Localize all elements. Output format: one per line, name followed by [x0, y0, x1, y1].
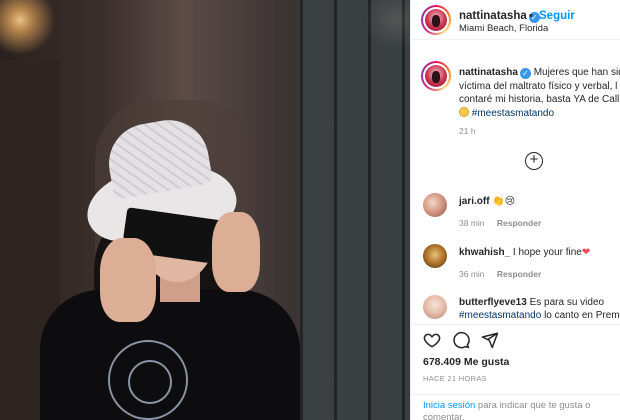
comment-username[interactable]: jari.off — [459, 196, 490, 207]
background-lamp — [0, 0, 60, 60]
heart-outline-icon[interactable] — [423, 331, 441, 349]
comment-text: 👏😢 — [492, 196, 516, 207]
caption-line-3: contaré mi historia, basta YA de Call — [459, 94, 620, 105]
background-gate — [300, 0, 410, 420]
comment-text: Es para su video — [529, 297, 605, 308]
login-prompt-text-continued: comentar. — [423, 412, 465, 420]
comment-time[interactable]: 38 min — [459, 218, 485, 228]
author-avatar[interactable] — [421, 5, 451, 35]
header-separator: • — [529, 10, 533, 22]
login-prompt: Inicia sesión para indicar que te gusta … — [423, 400, 613, 420]
comment-khwahish: khwahish_ I hope your fine❤ — [459, 247, 590, 258]
caption-username[interactable]: nattinatasha — [459, 67, 518, 78]
author-username-text[interactable]: nattinatasha — [459, 10, 527, 22]
comment-avatar-jari[interactable] — [423, 193, 447, 217]
sad-face-emoji-icon — [459, 106, 469, 117]
comment-text-continued: lo canto en Prem — [544, 310, 620, 321]
post-timestamp[interactable]: HACE 21 HORAS — [423, 374, 487, 383]
reply-button[interactable]: Responder — [497, 269, 541, 279]
comment-hashtag[interactable]: #meestasmatando — [459, 310, 541, 321]
login-prompt-text: para indicar que te gusta o — [477, 400, 591, 411]
post-photo[interactable] — [0, 0, 410, 420]
subject-right-hand — [212, 212, 260, 292]
comment-bubble-icon[interactable] — [452, 331, 470, 349]
caption-line-2: víctima del maltrato físico y verbal, l — [459, 80, 618, 92]
caption-author-avatar[interactable] — [421, 61, 451, 91]
comment-avatar-khwahish[interactable] — [423, 244, 447, 268]
comment-butterfly: butterflyeve13 Es para su video #meestas… — [459, 296, 620, 322]
login-link[interactable]: Inicia sesión — [423, 400, 475, 411]
comment-username[interactable]: khwahish_ — [459, 247, 510, 258]
comment-meta: 36 min Responder — [459, 269, 541, 279]
subject-left-hand — [100, 238, 156, 322]
caption-time[interactable]: 21 h — [459, 126, 476, 136]
paper-plane-icon[interactable] — [481, 331, 499, 349]
post-caption: nattinatasha ✓ Mujeres que han sid víctim… — [459, 66, 620, 120]
load-more-comments-button[interactable]: + — [525, 152, 543, 170]
red-heart-emoji-icon: ❤ — [581, 247, 591, 258]
comment-username[interactable]: butterflyeve13 — [459, 297, 527, 308]
caption-line-1: Mujeres que han sid — [533, 67, 620, 78]
follow-button[interactable]: Seguir — [539, 10, 575, 22]
comment-avatar-butterfly[interactable] — [423, 295, 447, 319]
likes-count[interactable]: 678.409 Me gusta — [423, 356, 509, 368]
caption-hashtag[interactable]: #meestasmatando — [472, 108, 554, 119]
reply-button[interactable]: Responder — [497, 218, 541, 228]
post-side-panel: nattinatasha ✓ • Seguir Miami Beach, Flor… — [410, 0, 620, 420]
comment-text: I hope your fine — [512, 247, 582, 258]
caption-verified-badge-icon: ✓ — [519, 68, 531, 79]
comment-time[interactable]: 36 min — [459, 269, 485, 279]
author-username[interactable]: nattinatasha ✓ — [459, 10, 540, 23]
post-location[interactable]: Miami Beach, Florida — [459, 23, 548, 34]
comment-meta: 38 min Responder — [459, 218, 541, 228]
comment-jari: jari.off 👏😢 — [459, 196, 515, 207]
post-actions-bar — [411, 324, 620, 354]
shirt-sun-print — [108, 340, 188, 420]
